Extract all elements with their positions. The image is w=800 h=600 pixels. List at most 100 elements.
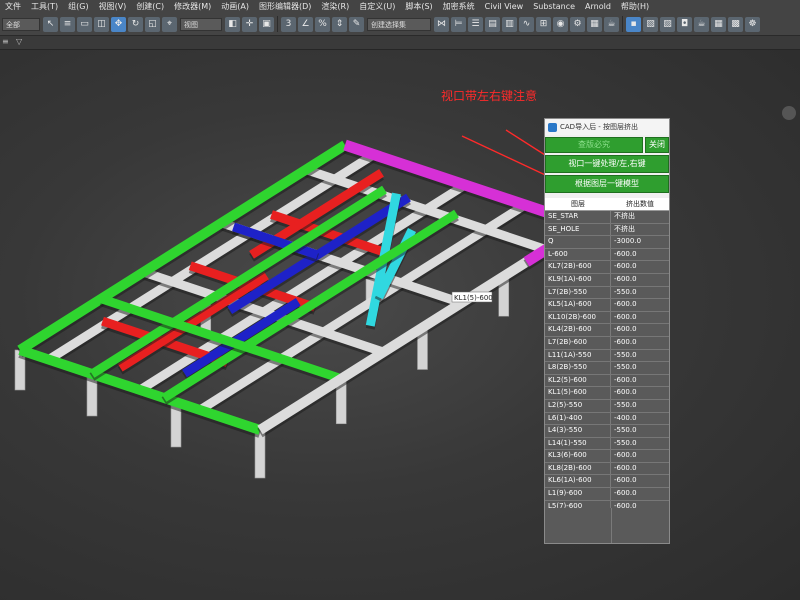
snap-3d-icon[interactable]: 3 — [281, 16, 296, 32]
menu-item[interactable]: 工具(T) — [26, 1, 63, 12]
extrude-value-cell[interactable]: -3000.0 — [611, 236, 669, 248]
extrude-value-cell[interactable]: -600.0 — [611, 249, 669, 261]
render-icon[interactable]: ☕ — [604, 16, 619, 32]
close-button[interactable]: 关闭 — [645, 137, 669, 153]
extrude-value-cell[interactable]: -600.0 — [611, 488, 669, 500]
layer-manager-icon[interactable]: ☰ — [468, 16, 483, 32]
table-row[interactable]: L1(9)-600 -600.0 — [545, 488, 669, 501]
extrude-value-cell[interactable]: -600.0 — [611, 450, 669, 462]
rotate-icon[interactable]: ↻ — [128, 16, 143, 32]
layer-model-button[interactable]: 根据图层一键模型 — [545, 175, 669, 193]
table-row[interactable]: KL7(2B)-600 -600.0 — [545, 261, 669, 274]
extrude-value-cell[interactable]: -600.0 — [611, 337, 669, 349]
align-icon[interactable]: ⊨ — [451, 16, 466, 32]
menu-item[interactable]: 图形编辑器(D) — [254, 1, 316, 12]
table-row[interactable]: KL4(2B)-600 -600.0 — [545, 324, 669, 337]
menu-item[interactable]: 脚本(S) — [400, 1, 437, 12]
viewport-process-button[interactable]: 视口一键处理/左,右键 — [545, 155, 669, 173]
spinner-snap-icon[interactable]: ⇕ — [332, 16, 347, 32]
table-row[interactable]: L-600 -600.0 — [545, 248, 669, 262]
image-icon[interactable]: ▨ — [660, 16, 675, 32]
move-icon[interactable]: ✥ — [111, 16, 126, 32]
menu-item[interactable]: Arnold — [580, 2, 616, 11]
ribbon-icon[interactable]: ▥ — [502, 16, 517, 32]
curve-editor-icon[interactable]: ∿ — [519, 16, 534, 32]
render-frame-icon[interactable]: ▦ — [587, 16, 602, 32]
table-row[interactable]: KL10(2B)-600 -600.0 — [545, 311, 669, 325]
camera-icon[interactable]: ◘ — [677, 16, 692, 32]
extrude-value-cell[interactable]: -550.0 — [611, 287, 669, 299]
table-row[interactable]: KL9(1A)-600 -600.0 — [545, 273, 669, 287]
menu-item[interactable]: 帮助(H) — [616, 1, 654, 12]
extrude-value-cell[interactable]: 不挤出 — [611, 224, 669, 236]
material-editor-icon[interactable]: ◉ — [553, 16, 568, 32]
extrude-value-cell[interactable]: -550.0 — [611, 425, 669, 437]
keyboard-shortcut-icon[interactable]: ▣ — [259, 16, 274, 32]
menu-item[interactable]: 文件 — [0, 1, 26, 12]
table-row[interactable]: L6(1)-400 -400.0 — [545, 412, 669, 426]
extrude-value-cell[interactable]: -600.0 — [611, 475, 669, 487]
extrude-value-cell[interactable]: -600.0 — [611, 463, 669, 475]
select-by-name-icon[interactable]: ≡ — [60, 16, 75, 32]
place-icon[interactable]: ⌖ — [162, 16, 177, 32]
reference-coordinate-dropdown[interactable]: 视图 — [180, 17, 222, 31]
scene-explorer-icon[interactable]: ▤ — [485, 16, 500, 32]
table-row[interactable]: KL1(5)-600 -600.0 — [545, 387, 669, 400]
edit-named-selection-icon[interactable]: ✎ — [349, 16, 364, 32]
table-row[interactable]: KL2(5)-600 -600.0 — [545, 374, 669, 388]
table-row[interactable]: L7(2B)-550 -550.0 — [545, 286, 669, 300]
schematic-view-icon[interactable]: ⊞ — [536, 16, 551, 32]
select-object-icon[interactable]: ↖ — [43, 16, 58, 32]
table-row[interactable]: KL6(1A)-600 -600.0 — [545, 475, 669, 489]
table-row[interactable]: KL8(2B)-600 -600.0 — [545, 462, 669, 476]
table-row[interactable]: L7(2B)-600 -600.0 — [545, 336, 669, 350]
extrude-value-cell[interactable]: -400.0 — [611, 413, 669, 425]
angle-snap-icon[interactable]: ∠ — [298, 16, 313, 32]
extrude-value-cell[interactable]: -600.0 — [611, 375, 669, 387]
table-row[interactable]: SE_HOLE 不挤出 — [545, 223, 669, 237]
menu-item[interactable]: 创建(C) — [131, 1, 169, 12]
table-row[interactable]: L2(5)-550 -550.0 — [545, 399, 669, 413]
render-setup-icon[interactable]: ⚙ — [570, 16, 585, 32]
extrude-value-cell[interactable]: -550.0 — [611, 362, 669, 374]
table-row[interactable]: L11(1A)-550 -550.0 — [545, 349, 669, 363]
named-selection-dropdown[interactable]: 创建选择集 — [367, 17, 431, 31]
extrude-value-cell[interactable]: -550.0 — [611, 438, 669, 450]
table-row[interactable]: Q -3000.0 — [545, 236, 669, 249]
extrude-value-cell[interactable]: -550.0 — [611, 400, 669, 412]
rect-region-icon[interactable]: ▭ — [77, 16, 92, 32]
menu-item[interactable]: 加密系统 — [438, 1, 480, 12]
menu-item[interactable]: 视图(V) — [94, 1, 132, 12]
menu-item[interactable]: 组(G) — [63, 1, 93, 12]
column[interactable] — [254, 429, 266, 479]
open-icon[interactable]: ▧ — [643, 16, 658, 32]
table-row[interactable]: KL3(6)-600 -600.0 — [545, 450, 669, 463]
extrude-value-cell[interactable]: -600.0 — [611, 299, 669, 311]
teapot-icon[interactable]: ☕ — [694, 16, 709, 32]
menu-item[interactable]: 自定义(U) — [354, 1, 400, 12]
extrude-value-cell[interactable]: -600.0 — [611, 261, 669, 273]
pivot-center-icon[interactable]: ◧ — [225, 16, 240, 32]
mirror-icon[interactable]: ⋈ — [434, 16, 449, 32]
menu-item[interactable]: 修改器(M) — [169, 1, 216, 12]
selection-filter-dropdown[interactable]: 全部 — [2, 17, 40, 31]
menu-item[interactable]: 动画(A) — [216, 1, 254, 12]
beam-structure-model[interactable]: KL1(5)-600 — [0, 50, 800, 600]
extrude-value-cell[interactable]: -600.0 — [611, 387, 669, 399]
grid-icon[interactable]: ▦ — [711, 16, 726, 32]
menu-item[interactable]: Substance — [528, 2, 580, 11]
scale-icon[interactable]: ◱ — [145, 16, 160, 32]
table-row[interactable]: L8(2B)-550 -550.0 — [545, 362, 669, 375]
viewport[interactable]: KL1(5)-600 视口带左右键注意 — [0, 50, 800, 600]
viewport-menu-icon[interactable]: ≡ — [2, 37, 9, 46]
extrude-value-cell[interactable]: -550.0 — [611, 350, 669, 362]
extrude-value-cell[interactable]: -600.0 — [611, 274, 669, 286]
table-row[interactable]: SE_STAR 不挤出 — [545, 211, 669, 224]
table-row[interactable]: L4(3)-550 -550.0 — [545, 425, 669, 438]
percent-snap-icon[interactable]: % — [315, 16, 330, 32]
select-manipulate-icon[interactable]: ✛ — [242, 16, 257, 32]
menu-item[interactable]: Civil View — [480, 2, 529, 11]
settings-icon[interactable]: ☸ — [745, 16, 760, 32]
save-icon[interactable]: ▪ — [626, 16, 641, 32]
extrude-value-cell[interactable]: 不挤出 — [611, 211, 669, 223]
